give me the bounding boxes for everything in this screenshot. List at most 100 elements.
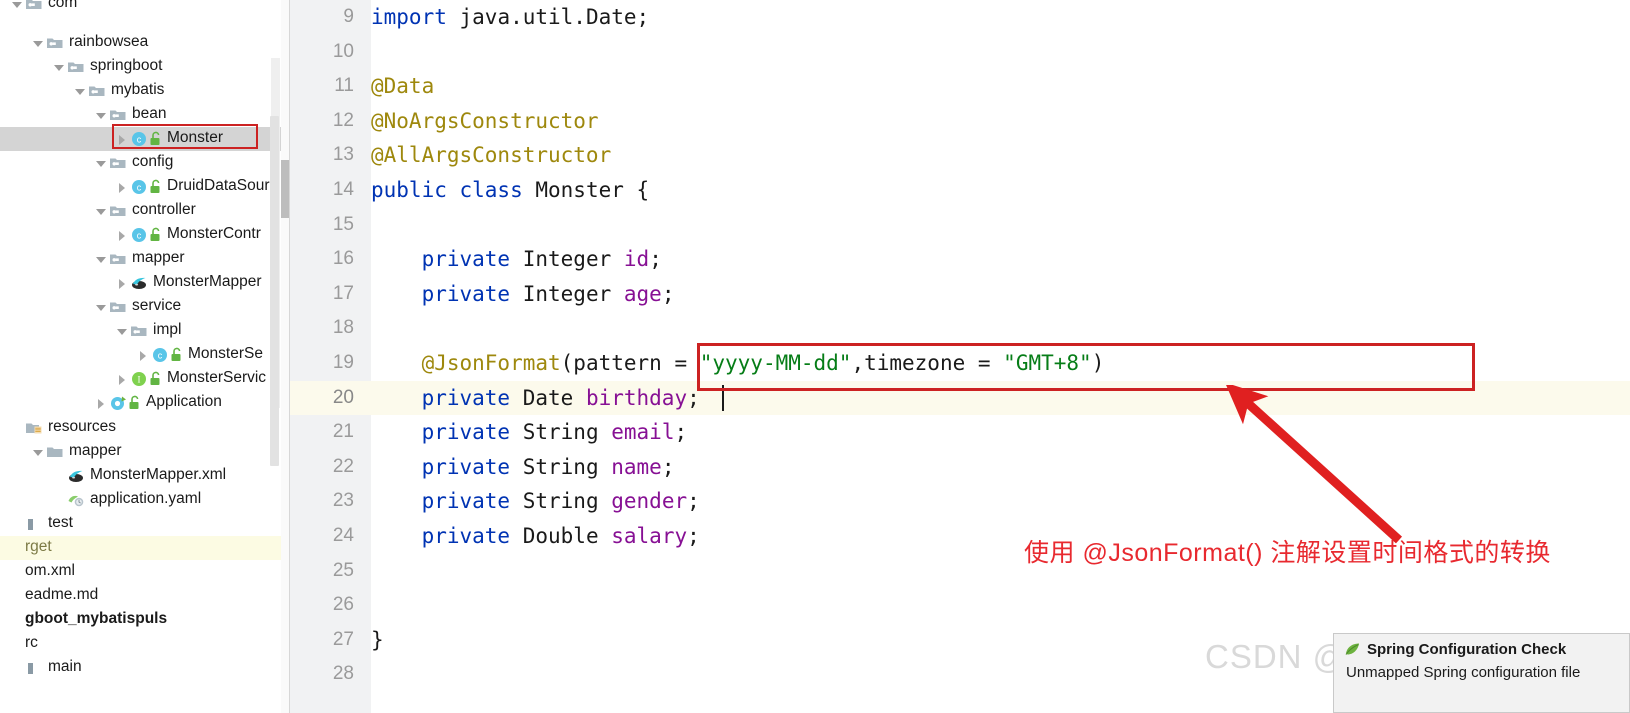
tree-item-config[interactable]: config: [0, 151, 281, 175]
code-editor[interactable]: 9 10 11 12 13 14 15 16 17 18 19 20 21 22 23 24 25 26 27 28 …: [281, 0, 1630, 713]
folder-icon-wrap: [109, 154, 127, 172]
line-number: 16: [332, 248, 354, 270]
tree-item-monstermapper-xml[interactable]: MonsterMapper.xml: [0, 464, 281, 488]
tree-item-gboot-mybatispuls[interactable]: gboot_mybatispuls: [0, 608, 281, 632]
chevron-down-icon[interactable]: [94, 252, 109, 267]
chevron-right-icon[interactable]: [115, 372, 130, 387]
tree-item-rget[interactable]: rget: [0, 536, 281, 560]
spring-config-check-notification[interactable]: Spring Configuration Check Unmapped Spri…: [1333, 633, 1630, 713]
java-interface-icon: I: [132, 372, 146, 386]
tree-item-monstermapper[interactable]: MonsterMapper: [0, 271, 281, 295]
code-token: ;: [661, 281, 675, 306]
twisty-spacer: [10, 613, 25, 628]
tree-scrollbar-thumb[interactable]: [270, 116, 279, 466]
folder-icon: [131, 326, 147, 336]
tree-item-label: test: [48, 514, 73, 532]
code-line[interactable]: private String gender;: [371, 484, 700, 519]
tree-item-label: mapper: [69, 442, 122, 460]
code-line[interactable]: import java.util.Date;: [371, 0, 649, 35]
chevron-down-icon[interactable]: [94, 108, 109, 123]
folder-icon-wrap: [109, 202, 127, 220]
tree-item-om-xml[interactable]: om.xml: [0, 560, 281, 584]
code-token: @NoArgsConstructor: [371, 108, 599, 133]
tree-item-controller[interactable]: controller: [0, 199, 281, 223]
chevron-right-icon[interactable]: [115, 276, 130, 291]
line-number-gutter[interactable]: 9 10 11 12 13 14 15 16 17 18 19 20 21 22 23 24 25 26 27 28: [290, 0, 384, 713]
chevron-down-icon[interactable]: [94, 300, 109, 315]
tree-item-monsterservic[interactable]: I MonsterServic: [0, 367, 281, 391]
code-token: ;: [687, 385, 700, 410]
tree-item-resources[interactable]: resources: [0, 416, 281, 440]
chevron-down-icon[interactable]: [94, 156, 109, 171]
code-line[interactable]: @AllArgsConstructor: [371, 138, 611, 173]
chevron-down-icon[interactable]: [31, 36, 46, 51]
tree-item-rainbowsea[interactable]: rainbowsea: [0, 31, 281, 55]
code-line[interactable]: }: [371, 623, 384, 658]
chevron-down-icon[interactable]: [73, 84, 88, 99]
java-class-icon: c: [132, 132, 146, 146]
code-line[interactable]: private Integer age;: [371, 277, 675, 312]
chevron-right-icon[interactable]: [115, 180, 130, 195]
tree-item-bean[interactable]: bean: [0, 103, 281, 127]
folder-icon-wrap: [109, 106, 127, 124]
code-token: birthday: [585, 385, 688, 410]
svg-text:c: c: [137, 135, 142, 145]
code-line[interactable]: @NoArgsConstructor: [371, 104, 599, 139]
chevron-right-icon[interactable]: [94, 396, 109, 411]
tree-item-monsterse[interactable]: c MonsterSe: [0, 343, 281, 367]
chevron-down-icon[interactable]: [52, 60, 67, 75]
editor-left-scrollbar-thumb[interactable]: [281, 160, 289, 218]
twisty-spacer: [52, 493, 67, 508]
tree-item-com[interactable]: com: [0, 0, 281, 16]
chevron-down-icon[interactable]: [10, 0, 25, 12]
code-line[interactable]: private Date birthday;: [371, 381, 700, 416]
tree-item-application[interactable]: Application: [0, 391, 281, 415]
tree-item-application-yaml[interactable]: application.yaml: [0, 488, 281, 512]
chevron-right-icon[interactable]: [136, 348, 151, 363]
folder-icon: [68, 62, 84, 72]
code-token: private: [421, 420, 523, 445]
chevron-right-icon[interactable]: [115, 132, 130, 147]
code-token: ;: [687, 524, 700, 548]
text-caret: [722, 384, 724, 411]
chevron-right-icon[interactable]: [115, 228, 130, 243]
tree-item-impl[interactable]: impl: [0, 319, 281, 343]
tree-item-main[interactable]: main: [0, 656, 281, 680]
chevron-down-icon[interactable]: [115, 324, 130, 339]
code-token: age: [623, 281, 662, 306]
code-token: java.util.Date;: [459, 5, 650, 29]
tree-item-druiddatasour[interactable]: c DruidDataSour: [0, 175, 281, 199]
code-line[interactable]: public class Monster {: [371, 173, 649, 208]
tree-item-mybatis[interactable]: mybatis: [0, 79, 281, 103]
tree-item-eadme-md[interactable]: eadme.md: [0, 584, 281, 608]
tree-item-monstercontr[interactable]: c MonsterContr: [0, 223, 281, 247]
code-line[interactable]: @JsonFormat(pattern = "yyyy-MM-dd",timez…: [371, 346, 1105, 381]
editor-left-scrollbar[interactable]: [281, 0, 290, 713]
code-content-area[interactable]: import java.util.Date; @Data @NoArgsConstr…: [371, 0, 1630, 713]
tree-item-springboot[interactable]: springboot: [0, 55, 281, 79]
tree-scrollbar-track[interactable]: [270, 58, 280, 466]
tree-item-monster[interactable]: c Monster: [0, 127, 281, 151]
line-number: 15: [332, 213, 354, 235]
chevron-down-icon[interactable]: [94, 204, 109, 219]
code-token: Integer: [522, 247, 624, 272]
project-tree-panel[interactable]: com rainbowsea springboot mybatis bean c Monst…: [0, 0, 281, 713]
code-line[interactable]: @Data: [371, 69, 434, 104]
code-token: ): [1091, 351, 1105, 375]
public-visibility-icon: [129, 395, 139, 409]
tree-item-rc[interactable]: rc: [0, 632, 281, 656]
tree-item-mapper[interactable]: mapper: [0, 247, 281, 271]
code-line[interactable]: private String email;: [371, 415, 688, 450]
code-token: ;: [649, 247, 662, 272]
tree-item-service[interactable]: service: [0, 295, 281, 319]
tree-item-test[interactable]: test: [0, 512, 281, 536]
code-line[interactable]: private Integer id;: [371, 242, 662, 277]
spring-boot-icon: [111, 396, 126, 410]
twisty-spacer: [10, 541, 25, 556]
code-line[interactable]: private String name;: [371, 450, 675, 485]
code-line[interactable]: private Double salary;: [371, 519, 700, 554]
chevron-down-icon[interactable]: [31, 445, 46, 460]
tree-item-mapper[interactable]: mapper: [0, 440, 281, 464]
twisty-spacer: [10, 637, 25, 652]
